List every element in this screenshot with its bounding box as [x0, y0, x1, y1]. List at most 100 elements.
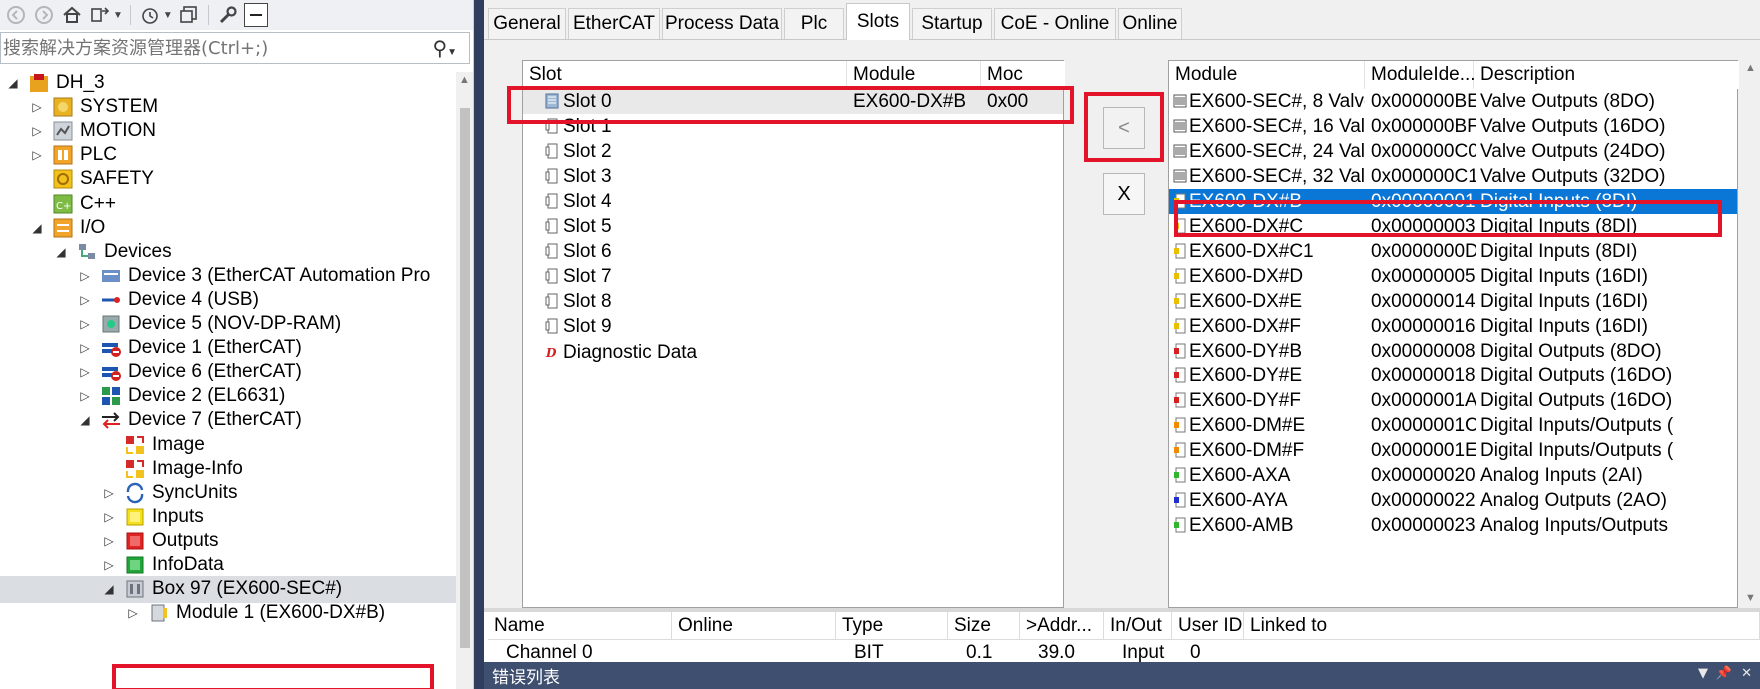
tree-item[interactable]: ▷ SYSTEM	[0, 94, 456, 121]
module-row[interactable]: EX600-SEC#, 16 Valves 0x000000BFValve Out…	[1169, 114, 1737, 139]
chevron-down-icon[interactable]: ▼	[113, 10, 123, 21]
pane-splitter[interactable]	[474, 0, 484, 689]
slot-row[interactable]: Slot 8	[523, 289, 1063, 314]
tree-collapsed-icon[interactable]: ▷	[78, 341, 92, 355]
tab-startup[interactable]: Startup	[912, 8, 992, 39]
slot-row[interactable]: Slot 9	[523, 314, 1063, 339]
tree-item[interactable]: ▷ InfoData	[0, 552, 456, 579]
var-column-header[interactable]: Linked to	[1244, 612, 1760, 640]
tab-online[interactable]: Online	[1118, 8, 1182, 39]
catalog-scrollbar[interactable]: ▲ ▼	[1742, 60, 1760, 608]
slot-row[interactable]: Slot 4	[523, 189, 1063, 214]
wrench-icon[interactable]	[216, 3, 240, 27]
module-row[interactable]: EX600-DX#E 0x00000014 Digital Inputs (16DI…	[1169, 289, 1737, 314]
tree-item[interactable]: ▷ Inputs	[0, 504, 456, 531]
collapse-icon[interactable]	[177, 3, 201, 27]
tab-slots[interactable]: Slots	[846, 3, 910, 40]
module-row[interactable]: EX600-DY#E 0x00000018 Digital Outputs (16D…	[1169, 363, 1737, 388]
home-icon[interactable]	[60, 3, 84, 27]
tree-expanded-icon[interactable]: ◢	[102, 582, 116, 596]
slot-column-header[interactable]: Slot	[523, 61, 847, 89]
tree-expanded-icon[interactable]: ◢	[6, 76, 20, 90]
var-column-header[interactable]: >Addr...	[1020, 612, 1104, 640]
tree-item[interactable]: ◢ Device 7 (EtherCAT)	[0, 407, 456, 434]
slot-row[interactable]: Slot 6	[523, 239, 1063, 264]
move-left-button[interactable]: <	[1103, 107, 1145, 149]
back-icon[interactable]	[4, 3, 28, 27]
tree-collapsed-icon[interactable]: ▷	[30, 124, 44, 138]
tree-collapsed-icon[interactable]: ▷	[78, 389, 92, 403]
tree-collapsed-icon[interactable]: ▷	[78, 365, 92, 379]
search-icon[interactable]: ⚲▼	[432, 36, 457, 61]
module-row[interactable]: EX600-DX#C 0x00000003 Digital Inputs (8DI)	[1169, 214, 1737, 239]
scrollbar-thumb[interactable]	[460, 108, 470, 648]
tab-plc[interactable]: Plc	[784, 8, 844, 39]
scroll-up-icon[interactable]: ▲	[1745, 62, 1756, 74]
tree-collapsed-icon[interactable]: ▷	[102, 486, 116, 500]
module-row[interactable]: EX600-DX#D 0x00000005 Digital Inputs (16DI…	[1169, 264, 1737, 289]
chevron-down-icon[interactable]: ▼	[163, 10, 173, 21]
tree-item[interactable]: Image	[0, 432, 456, 459]
slot-row[interactable]: Slot 7	[523, 264, 1063, 289]
tree-item[interactable]: ▷ Device 3 (EtherCAT Automation Pro	[0, 263, 456, 290]
module-row[interactable]: EX600-SEC#, 8 Valves 0x000000BE Valve Outp…	[1169, 89, 1737, 114]
history-icon[interactable]	[138, 3, 162, 27]
tree-item[interactable]: ◢ Devices	[0, 239, 456, 266]
tree-collapsed-icon[interactable]: ▷	[30, 148, 44, 162]
var-column-header[interactable]: Name	[488, 612, 672, 640]
module-row[interactable]: EX600-DX#F 0x00000016 Digital Inputs (16DI…	[1169, 314, 1737, 339]
tree-item[interactable]: ▷ Module 1 (EX600-DX#B)	[0, 600, 456, 627]
moduleid-column-header[interactable]: ModuleIde...	[1365, 61, 1476, 89]
minus-icon[interactable]	[243, 3, 268, 27]
tree-item[interactable]: ▷ SyncUnits	[0, 480, 456, 507]
module-row[interactable]: EX600-DM#E 0x0000001C Digital Inputs/Outpu…	[1169, 413, 1737, 438]
module-row[interactable]: EX600-DY#B 0x00000008 Digital Outputs (8DO…	[1169, 339, 1737, 364]
tree-collapsed-icon[interactable]: ▷	[126, 606, 140, 620]
slot-row[interactable]: Slot 3	[523, 164, 1063, 189]
tree-item[interactable]: ▷ MOTION	[0, 118, 456, 145]
var-column-header[interactable]: Size	[948, 612, 1020, 640]
slot-row[interactable]: Slot 5	[523, 214, 1063, 239]
remove-module-button[interactable]: X	[1103, 173, 1145, 215]
module-row[interactable]: EX600-AXA 0x00000020 Analog Inputs (2AI)	[1169, 463, 1737, 488]
tree-item[interactable]: ▷ Device 4 (USB)	[0, 287, 456, 314]
module-row[interactable]: EX600-AMB 0x00000023 Analog Inputs/Outputs	[1169, 513, 1737, 538]
tree-item[interactable]: ◢ DH_3	[0, 70, 456, 97]
var-column-header[interactable]: User ID	[1172, 612, 1244, 640]
tree-collapsed-icon[interactable]: ▷	[30, 100, 44, 114]
tree-item[interactable]: ▷ PLC	[0, 142, 456, 169]
module-row[interactable]: EX600-DY#F 0x0000001A Digital Outputs (16D…	[1169, 388, 1737, 413]
forward-icon[interactable]	[32, 3, 56, 27]
module-row[interactable]: EX600-DM#F 0x0000001E Digital Inputs/Outpu…	[1169, 438, 1737, 463]
module-column-header[interactable]: Module	[847, 61, 981, 89]
search-input[interactable]	[3, 37, 423, 59]
tree-collapsed-icon[interactable]: ▷	[78, 293, 92, 307]
tree-collapsed-icon[interactable]: ▷	[78, 269, 92, 283]
tree-item[interactable]: C+ C++	[0, 191, 456, 218]
tree-item[interactable]: ◢ Box 97 (EX600-SEC#)	[0, 576, 456, 604]
slot-row[interactable]: D Diagnostic Data	[523, 340, 1063, 365]
dropdown-icon[interactable]: ▼	[1698, 666, 1708, 681]
tree-collapsed-icon[interactable]: ▷	[102, 510, 116, 524]
slot-row[interactable]: Slot 0 EX600-DX#B 0x00	[523, 89, 1063, 114]
var-column-header[interactable]: In/Out	[1104, 612, 1172, 640]
var-column-header[interactable]: Type	[836, 612, 948, 640]
tree-collapsed-icon[interactable]: ▷	[102, 534, 116, 548]
tree-item[interactable]: ▷ Device 2 (EL6631)	[0, 383, 456, 410]
var-column-header[interactable]: Online	[672, 612, 836, 640]
tree-scrollbar[interactable]: ▲	[456, 72, 473, 689]
module-row[interactable]: EX600-AYA 0x00000022 Analog Outputs (2AO)	[1169, 488, 1737, 513]
tree-item[interactable]: ▷ Device 5 (NOV-DP-RAM)	[0, 311, 456, 338]
tree-item[interactable]: ▷ Outputs	[0, 528, 456, 555]
error-list-bar[interactable]: 错误列表 ▼ 📌 ✕	[484, 662, 1760, 689]
module-row[interactable]: EX600-DX#B 0x00000001 Digital Inputs (8DI)	[1169, 188, 1737, 214]
tab-ethercat[interactable]: EtherCAT	[568, 8, 660, 39]
tab-coe-online[interactable]: CoE - Online	[994, 8, 1116, 39]
tree-item[interactable]: ▷ Device 6 (EtherCAT)	[0, 359, 456, 386]
tree-expanded-icon[interactable]: ◢	[54, 245, 68, 259]
tree-item[interactable]: SAFETY	[0, 166, 456, 193]
search-box[interactable]: ⚲▼	[0, 32, 470, 64]
slot-row[interactable]: Slot 1	[523, 114, 1063, 139]
description-column-header[interactable]: Description	[1474, 61, 1739, 89]
tab-process-data[interactable]: Process Data	[662, 8, 782, 39]
